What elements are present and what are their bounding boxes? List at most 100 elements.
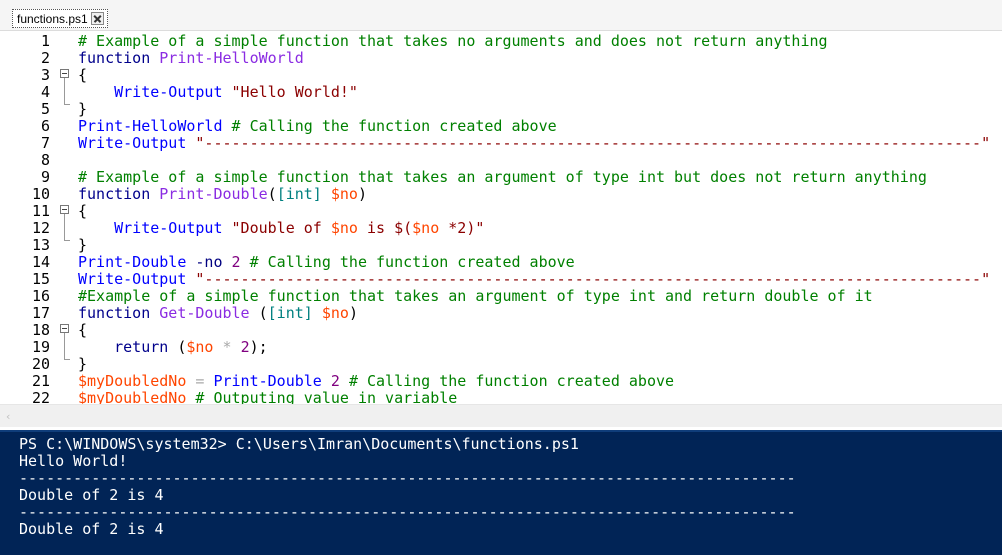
code-line[interactable]: return ($no * 2); [78, 339, 268, 356]
line-number: 19 [31, 338, 50, 356]
code-token: is $( [357, 219, 413, 237]
code-token: ( [168, 338, 187, 356]
code-line[interactable]: { [78, 203, 87, 220]
code-line[interactable]: function Get-Double ([int] $no) [78, 305, 358, 322]
tab-functions-ps1[interactable]: functions.ps1 [12, 9, 108, 28]
code-token: Write-Output [78, 134, 187, 152]
code-line[interactable]: $myDoubledNo = Print-Double 2 # Calling … [78, 373, 674, 390]
line-number: 20 [31, 355, 50, 373]
console-output-line: Double of 2 is 4 [19, 520, 164, 538]
code-line[interactable]: function Print-Double([int] $no) [78, 186, 367, 203]
fold-collapse-icon[interactable] [60, 69, 69, 78]
fold-guide-end [64, 104, 70, 105]
line-number: 9 [40, 168, 50, 186]
code-line[interactable]: #Example of a simple function that takes… [78, 288, 873, 305]
line-number: 6 [40, 117, 50, 135]
code-token: Write-Output [114, 83, 223, 101]
horizontal-scrollbar[interactable]: ‹ [0, 404, 1002, 427]
code-token: function [78, 304, 160, 322]
tab-label: functions.ps1 [17, 11, 88, 26]
code-token: Print-HelloWorld [78, 117, 223, 135]
code-token: # Calling the function created above [231, 117, 557, 135]
fold-collapse-icon[interactable] [60, 205, 69, 214]
code-token: #Example of a simple function that takes… [78, 287, 873, 305]
code-token: function [78, 49, 160, 67]
line-number: 13 [31, 236, 50, 254]
code-line[interactable]: } [78, 237, 87, 254]
code-line[interactable]: # Example of a simple function that take… [78, 33, 828, 50]
code-line[interactable]: Print-HelloWorld # Calling the function … [78, 118, 557, 135]
code-token: } [78, 355, 88, 373]
code-token: *2)" [439, 219, 485, 237]
code-line[interactable]: Write-Output "--------------------------… [78, 135, 990, 152]
console-output-line: Hello World! [19, 452, 128, 470]
fold-guide [64, 78, 65, 104]
line-number: 7 [40, 134, 50, 152]
code-token: Write-Output [114, 219, 223, 237]
code-token: 2 [330, 372, 340, 390]
line-number: 10 [31, 185, 50, 203]
code-token: "---------------------------------------… [195, 270, 991, 288]
line-number: 3 [40, 66, 50, 84]
code-token: Print-HelloWorld [159, 49, 304, 67]
code-line[interactable]: } [78, 101, 87, 118]
line-number: 2 [40, 49, 50, 67]
console-output-line: ----------------------------------------… [19, 503, 796, 521]
code-token: { [78, 66, 88, 84]
fold-guide-end [64, 359, 70, 360]
code-line[interactable]: Write-Output "Hello World!" [78, 84, 358, 101]
scroll-left-icon[interactable]: ‹ [6, 410, 10, 423]
code-token: { [78, 321, 88, 339]
code-token: $myDoubledNo [78, 372, 187, 390]
close-icon[interactable] [90, 12, 104, 25]
fold-guide [64, 214, 65, 240]
code-line[interactable]: { [78, 67, 87, 84]
fold-collapse-icon[interactable] [60, 324, 69, 333]
code-token: } [78, 100, 88, 118]
line-number: 16 [31, 287, 50, 305]
code-line[interactable]: # Example of a simple function that take… [78, 169, 927, 186]
code-token: # Example of a simple function that take… [78, 32, 828, 50]
code-token: $no [330, 219, 358, 237]
code-token: $no [321, 304, 349, 322]
code-token: # Calling the function created above [249, 253, 575, 271]
line-number: 4 [40, 83, 50, 101]
code-token: $no [412, 219, 440, 237]
code-token: $no [186, 338, 214, 356]
code-token: # Example of a simple function that take… [78, 168, 927, 186]
code-line[interactable]: Write-Output "--------------------------… [78, 271, 990, 288]
line-number: 21 [31, 372, 50, 390]
code-token: function [78, 185, 160, 203]
console-pane[interactable]: PS C:\WINDOWS\system32> C:\Users\Imran\D… [0, 430, 1002, 555]
line-number: 5 [40, 100, 50, 118]
code-line[interactable]: Print-Double -no 2 # Calling the functio… [78, 254, 575, 271]
code-token: ( [267, 185, 277, 203]
fold-guide [64, 333, 65, 359]
code-token: "---------------------------------------… [195, 134, 991, 152]
console-output-line: PS C:\WINDOWS\system32> C:\Users\Imran\D… [19, 435, 579, 453]
code-token: -no [195, 253, 223, 271]
code-line[interactable]: } [78, 356, 87, 373]
code-line[interactable]: { [78, 322, 87, 339]
line-number-gutter: 1 2 3 4 5 6 7 8 9 10 11 12 13 14 15 16 17 18 19 20 21 22 [0, 31, 52, 407]
code-line[interactable]: Write-Output "Double of $no is $($no *2)… [78, 220, 484, 237]
code-token: ( [249, 304, 268, 322]
code-area[interactable]: # Example of a simple function that take… [78, 31, 1002, 407]
line-number: 15 [31, 270, 50, 288]
line-number: 8 [40, 151, 50, 169]
code-line[interactable]: function Print-HelloWorld [78, 50, 304, 67]
code-token: { [78, 202, 88, 220]
script-editor[interactable]: 1 2 3 4 5 6 7 8 9 10 11 12 13 14 15 16 17 18 19 20 21 22 # Ex… [0, 31, 1002, 407]
